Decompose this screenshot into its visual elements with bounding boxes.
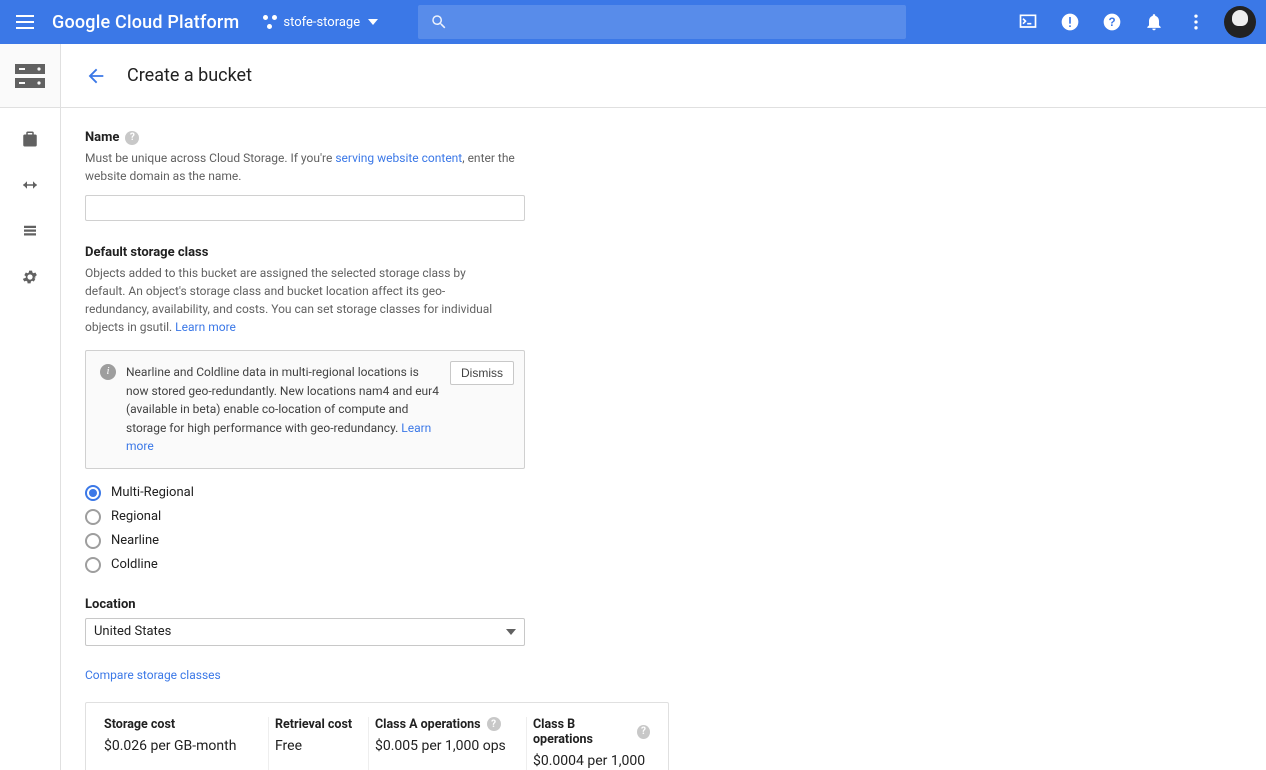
nav-browser-icon[interactable] <box>10 124 50 154</box>
storage-class-label: Default storage class <box>85 245 208 260</box>
radio-label: Coldline <box>111 557 158 572</box>
caret-down-icon <box>368 19 378 25</box>
help-icon[interactable]: ? <box>637 725 650 739</box>
alert-icon[interactable] <box>1050 2 1090 42</box>
location-select[interactable]: United States <box>85 618 525 646</box>
location-section: Location United States <box>85 597 737 646</box>
storage-class-description: Objects added to this bucket are assigne… <box>85 264 505 336</box>
location-label: Location <box>85 597 136 612</box>
left-nav-rail <box>0 44 61 770</box>
top-utility-icons: ? <box>1008 2 1256 42</box>
radio-icon <box>85 533 101 549</box>
more-icon[interactable] <box>1176 2 1216 42</box>
cloud-shell-icon[interactable] <box>1008 2 1048 42</box>
search-input[interactable] <box>458 14 894 30</box>
location-value: United States <box>94 624 171 639</box>
name-description: Must be unique across Cloud Storage. If … <box>85 149 525 185</box>
main-content: Create a bucket Name ? Must be unique ac… <box>61 44 1266 770</box>
product-logo[interactable]: Google Cloud Platform <box>52 12 239 33</box>
dismiss-button[interactable]: Dismiss <box>450 361 514 385</box>
help-icon[interactable]: ? <box>487 717 501 731</box>
serving-website-link[interactable]: serving website content <box>335 151 462 165</box>
menu-icon[interactable] <box>16 10 40 34</box>
radio-icon <box>85 557 101 573</box>
pricing-cell-class-b: Class B operations? $0.0004 per 1,000 op… <box>526 717 656 770</box>
radio-multi-regional[interactable]: Multi-Regional <box>85 485 737 501</box>
radio-label: Nearline <box>111 533 159 548</box>
bucket-name-input[interactable] <box>85 195 525 221</box>
help-icon[interactable]: ? <box>125 131 139 145</box>
radio-icon <box>85 485 101 501</box>
info-icon: i <box>100 364 116 380</box>
product-name: Google Cloud Platform <box>52 12 239 33</box>
name-label: Name <box>85 130 119 145</box>
storage-class-radio-group: Multi-Regional Regional Nearline Coldlin… <box>85 485 737 573</box>
name-section: Name ? Must be unique across Cloud Stora… <box>85 130 737 221</box>
info-banner: i Nearline and Coldline data in multi-re… <box>85 350 525 469</box>
nav-transfer-icon[interactable] <box>10 170 50 200</box>
learn-more-link[interactable]: Learn more <box>175 320 236 334</box>
svg-text:?: ? <box>1108 16 1115 29</box>
nav-transfer-appliance-icon[interactable] <box>10 216 50 246</box>
page-title: Create a bucket <box>127 65 252 86</box>
radio-icon <box>85 509 101 525</box>
radio-coldline[interactable]: Coldline <box>85 557 737 573</box>
caret-down-icon <box>506 629 516 635</box>
radio-label: Multi-Regional <box>111 485 194 500</box>
pricing-cell-class-a: Class A operations? $0.005 per 1,000 ops <box>368 717 526 770</box>
project-icon <box>263 15 277 29</box>
radio-nearline[interactable]: Nearline <box>85 533 737 549</box>
account-avatar[interactable] <box>1224 6 1256 38</box>
project-picker[interactable]: stofe-storage <box>263 15 378 30</box>
radio-label: Regional <box>111 509 161 524</box>
back-arrow-icon[interactable] <box>85 65 107 87</box>
search-box[interactable] <box>418 5 906 39</box>
top-bar: Google Cloud Platform stofe-storage ? <box>0 0 1266 44</box>
help-icon[interactable]: ? <box>1092 2 1132 42</box>
radio-regional[interactable]: Regional <box>85 509 737 525</box>
project-name: stofe-storage <box>283 15 360 30</box>
section-icon[interactable] <box>0 44 60 108</box>
pricing-cell-storage: Storage cost $0.026 per GB-month <box>98 717 268 770</box>
pricing-cell-retrieval: Retrieval cost Free <box>268 717 368 770</box>
nav-settings-icon[interactable] <box>10 262 50 292</box>
notifications-icon[interactable] <box>1134 2 1174 42</box>
compare-storage-classes-link[interactable]: Compare storage classes <box>85 668 221 682</box>
storage-class-section: Default storage class Objects added to t… <box>85 245 737 573</box>
pricing-table: Storage cost $0.026 per GB-month Retriev… <box>85 702 669 770</box>
search-icon <box>430 13 448 31</box>
page-header: Create a bucket <box>61 44 1266 108</box>
